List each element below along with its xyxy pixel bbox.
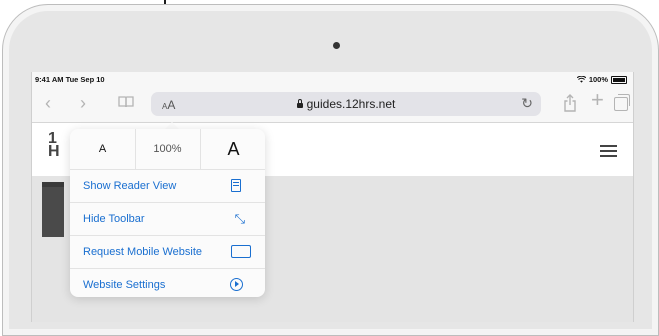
- status-bar: 9:41 AM Tue Sep 10 100%: [32, 72, 633, 86]
- chevron-left-icon[interactable]: ‹: [45, 94, 51, 112]
- lock-icon: [296, 99, 303, 108]
- chevron-right-icon[interactable]: ›: [80, 94, 86, 112]
- reader-icon: [231, 179, 241, 192]
- book-icon[interactable]: [118, 96, 134, 108]
- menu-item-website-settings[interactable]: Website Settings: [70, 269, 265, 301]
- resize-icon: ⤡: [234, 211, 245, 226]
- share-icon[interactable]: [563, 94, 577, 112]
- tabs-icon[interactable]: [614, 94, 630, 111]
- hamburger-menu-icon[interactable]: [600, 145, 617, 160]
- decrease-font-button[interactable]: A: [70, 129, 136, 169]
- site-logo[interactable]: 1 H: [48, 131, 60, 160]
- wifi-icon: [576, 76, 586, 83]
- url-text-wrap: guides.12hrs.net: [151, 97, 541, 111]
- battery-percent: 100%: [588, 75, 608, 84]
- zoom-level: 100%: [153, 143, 182, 155]
- new-tab-button[interactable]: +: [591, 89, 604, 111]
- device-icon: [231, 245, 251, 258]
- logo-line-2: H: [48, 143, 60, 160]
- menu-item-show-reader-view[interactable]: Show Reader View: [70, 170, 265, 203]
- menu-item-label: Show Reader View: [83, 180, 177, 192]
- status-right: 100%: [576, 75, 627, 84]
- menu-item-hide-toolbar[interactable]: Hide Toolbar ⤡: [70, 203, 265, 236]
- view-menu-popover: A 100% A Show Reader View Hide Toolbar ⤡…: [70, 129, 265, 297]
- increase-font-button[interactable]: A: [200, 129, 266, 169]
- menu-item-label: Request Mobile Website: [83, 246, 203, 258]
- reload-icon[interactable]: ↻: [521, 95, 533, 112]
- address-bar[interactable]: AA guides.12hrs.net ↻: [151, 92, 541, 116]
- tower-image: [42, 182, 64, 237]
- font-size-row: A 100% A: [70, 129, 265, 170]
- camera: [333, 42, 340, 49]
- status-time-date: 9:41 AM Tue Sep 10: [35, 75, 105, 84]
- menu-item-label: Hide Toolbar: [83, 213, 145, 225]
- screen: 9:41 AM Tue Sep 10 100% ‹ › AA guides.12…: [31, 72, 634, 322]
- safari-toolbar: ‹ › AA guides.12hrs.net ↻ +: [32, 86, 633, 123]
- menu-item-request-mobile-website[interactable]: Request Mobile Website: [70, 236, 265, 269]
- settings-icon: [230, 278, 243, 291]
- menu-item-label: Website Settings: [83, 279, 166, 291]
- battery-icon: [611, 75, 627, 84]
- url-text: guides.12hrs.net: [306, 97, 396, 111]
